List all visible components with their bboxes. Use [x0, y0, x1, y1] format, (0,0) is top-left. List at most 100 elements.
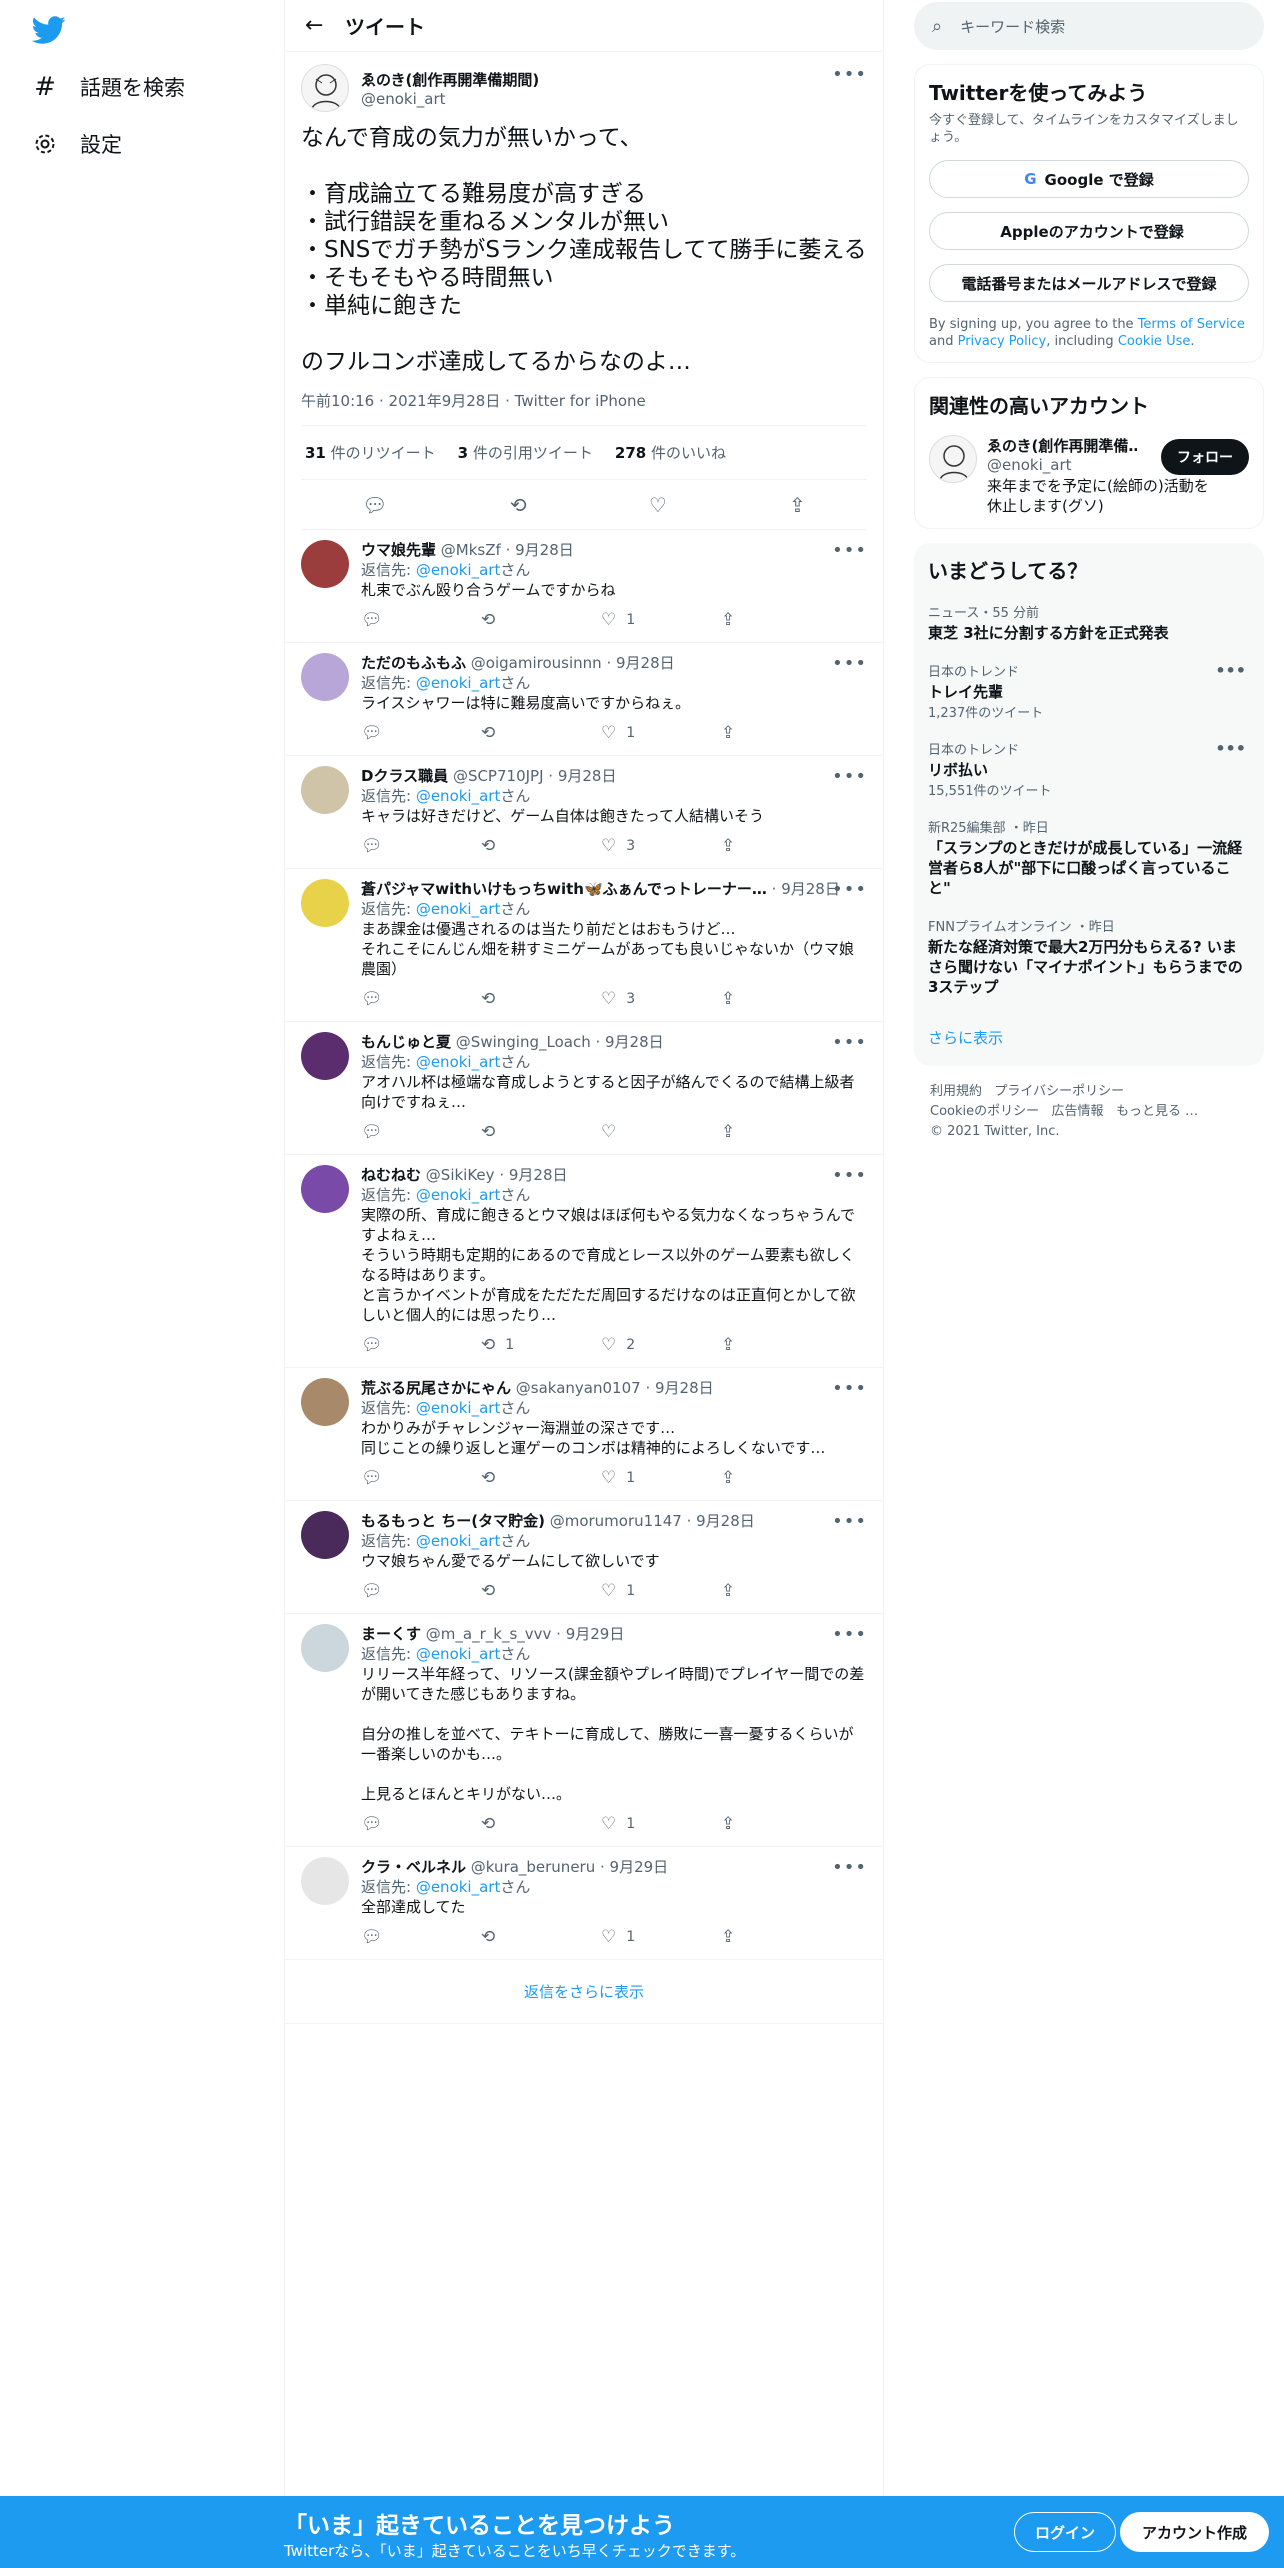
like-icon[interactable]: ♡ 1 [601, 1814, 671, 1834]
avatar[interactable] [301, 1032, 349, 1080]
reply-icon[interactable]: 💬︎ [361, 836, 431, 856]
share-icon[interactable]: ⇪ [721, 610, 791, 630]
reply-date[interactable]: 9月28日 [515, 541, 574, 559]
apple-signup-button[interactable]: Appleのアカウントで登録 [929, 212, 1249, 250]
reply-to-link[interactable]: @enoki_art [416, 1186, 501, 1204]
share-icon[interactable]: ⇪ [721, 1335, 791, 1355]
reply-to-link[interactable]: @enoki_art [416, 561, 501, 579]
reply-author-name[interactable]: ねむねむ [361, 1166, 421, 1184]
footer-terms[interactable]: 利用規約 [930, 1084, 982, 1099]
like-icon[interactable]: ♡ 3 [601, 989, 671, 1009]
reply-author-handle[interactable]: @kura_beruneru [471, 1858, 595, 1876]
more-options-icon[interactable]: ••• [832, 766, 867, 787]
more-options-icon[interactable]: ••• [832, 64, 867, 85]
reply-icon[interactable]: 💬︎ [362, 493, 387, 517]
google-signup-button[interactable]: G Google で登録 [929, 160, 1249, 198]
reply-icon[interactable]: 💬︎ [361, 1927, 431, 1947]
show-more-replies-button[interactable]: 返信をさらに表示 [285, 1960, 883, 2024]
retweet-icon[interactable]: ⟲ [481, 1927, 551, 1947]
reply-date[interactable]: 9月28日 [616, 654, 675, 672]
reply-author-name[interactable]: まーくす [361, 1625, 421, 1643]
like-icon[interactable]: ♡ 1 [601, 610, 671, 630]
avatar[interactable] [301, 1857, 349, 1905]
like-icon[interactable]: ♡ 1 [601, 1581, 671, 1601]
trend-item[interactable]: FNNプライムオンライン ・昨日 新たな経済対策で最大2万円分もらえる? いまさら… [928, 916, 1250, 997]
reply-author-handle[interactable]: @sakanyan0107 [516, 1379, 641, 1397]
avatar[interactable] [301, 1165, 349, 1213]
more-options-icon[interactable]: ••• [1215, 661, 1246, 680]
reply-icon[interactable]: 💬︎ [361, 1122, 431, 1142]
like-icon[interactable]: ♡ 2 [601, 1335, 671, 1355]
reply-to-link[interactable]: @enoki_art [416, 674, 501, 692]
reply-date[interactable]: 9月28日 [781, 880, 840, 898]
back-arrow-icon[interactable]: ← [305, 13, 345, 38]
retweet-icon[interactable]: ⟲ [481, 1468, 551, 1488]
author-name[interactable]: ゑのき(創作再開準備期間) [361, 69, 539, 90]
retweet-icon[interactable]: ⟲ [481, 1122, 551, 1142]
retweet-icon[interactable]: ⟲ [481, 989, 551, 1009]
share-icon[interactable]: ⇪ [721, 1468, 791, 1488]
reply-tweet[interactable]: 荒ぶる尻尾さかにゃん @sakanyan0107 · 9月28日 返信先: @en… [285, 1368, 883, 1501]
tos-link[interactable]: Terms of Service [1138, 317, 1245, 332]
footer-ads[interactable]: 広告情報 [1052, 1104, 1104, 1119]
reply-date[interactable]: 9月28日 [558, 767, 617, 785]
reply-to-link[interactable]: @enoki_art [416, 1878, 501, 1896]
phone-signup-button[interactable]: 電話番号またはメールアドレスで登録 [929, 264, 1249, 302]
avatar[interactable] [301, 1511, 349, 1559]
reply-author-handle[interactable]: @m_a_r_k_s_vvv [426, 1625, 552, 1643]
like-icon[interactable]: ♡ 1 [601, 1927, 671, 1947]
reply-icon[interactable]: 💬︎ [361, 1468, 431, 1488]
reply-author-name[interactable]: もるもっと ちー(タマ貯金) [361, 1512, 545, 1530]
retweet-icon[interactable]: ⟲ 1 [481, 1335, 551, 1355]
more-options-icon[interactable]: ••• [832, 1857, 867, 1878]
more-options-icon[interactable]: ••• [832, 653, 867, 674]
reply-to-link[interactable]: @enoki_art [416, 1399, 501, 1417]
more-options-icon[interactable]: ••• [832, 1165, 867, 1186]
like-icon[interactable]: ♡ [601, 1122, 671, 1142]
reply-author-handle[interactable]: @oigamirousinnn [471, 654, 602, 672]
retweet-icon[interactable]: ⟲ [481, 723, 551, 743]
share-icon[interactable]: ⇪ [721, 989, 791, 1009]
more-options-icon[interactable]: ••• [832, 1378, 867, 1399]
reply-author-name[interactable]: Dクラス職員 [361, 767, 448, 785]
reply-to-link[interactable]: @enoki_art [416, 1645, 501, 1663]
reply-tweet[interactable]: Dクラス職員 @SCP710JPJ · 9月28日 返信先: @enoki_art… [285, 756, 883, 869]
retweet-icon[interactable]: ⟲ [481, 836, 551, 856]
reply-tweet[interactable]: ねむねむ @SikiKey · 9月28日 返信先: @enoki_artさん 実際… [285, 1155, 883, 1368]
like-icon[interactable]: ♡ 1 [601, 1468, 671, 1488]
share-icon[interactable]: ⇪ [721, 1581, 791, 1601]
trend-item[interactable]: 日本のトレンド リボ払い 15,551件のツイート ••• [928, 739, 1250, 799]
retweet-icon[interactable]: ⟲ [481, 610, 551, 630]
avatar[interactable] [301, 653, 349, 701]
nav-explore[interactable]: # 話題を検索 [30, 62, 185, 112]
reply-icon[interactable]: 💬︎ [361, 610, 431, 630]
footer-privacy[interactable]: プライバシーポリシー [994, 1084, 1124, 1099]
nav-settings[interactable]: 設定 [30, 119, 122, 169]
reply-tweet[interactable]: もんじゅと夏 @Swinging_Loach · 9月28日 返信先: @enok… [285, 1022, 883, 1155]
tweet-date[interactable]: 2021年9月28日 [389, 392, 501, 410]
avatar[interactable] [301, 1378, 349, 1426]
reply-icon[interactable]: 💬︎ [361, 723, 431, 743]
reply-author-name[interactable]: ウマ娘先輩 [361, 541, 436, 559]
relevant-account[interactable]: ゑのき(創作再開準備… @enoki_art 来年までを予定に(絵師の)活動を休… [929, 435, 1249, 516]
avatar[interactable] [301, 766, 349, 814]
avatar[interactable] [301, 1624, 349, 1672]
reply-tweet[interactable]: ウマ娘先輩 @MksZf · 9月28日 返信先: @enoki_artさん 札束で… [285, 530, 883, 643]
reply-author-handle[interactable]: @SikiKey [426, 1166, 495, 1184]
more-options-icon[interactable]: ••• [832, 540, 867, 561]
signup-button[interactable]: アカウント作成 [1120, 2512, 1270, 2552]
reply-tweet[interactable]: ただのもふもふ @oigamirousinnn · 9月28日 返信先: @eno… [285, 643, 883, 756]
share-icon[interactable]: ⇪ [721, 836, 791, 856]
twitter-logo-icon[interactable] [32, 13, 66, 47]
retweet-count[interactable]: 31 件のリツイート [305, 442, 436, 463]
quote-count[interactable]: 3 件の引用ツイート [458, 442, 593, 463]
reply-to-link[interactable]: @enoki_art [416, 900, 501, 918]
reply-author-name[interactable]: ただのもふもふ [361, 654, 466, 672]
reply-icon[interactable]: 💬︎ [361, 1335, 431, 1355]
reply-date[interactable]: 9月28日 [696, 1512, 755, 1530]
more-options-icon[interactable]: ••• [832, 1624, 867, 1645]
avatar[interactable] [301, 879, 349, 927]
cookie-link[interactable]: Cookie Use [1118, 334, 1191, 349]
like-icon[interactable]: ♡ 1 [601, 723, 671, 743]
reply-icon[interactable]: 💬︎ [361, 1814, 431, 1834]
